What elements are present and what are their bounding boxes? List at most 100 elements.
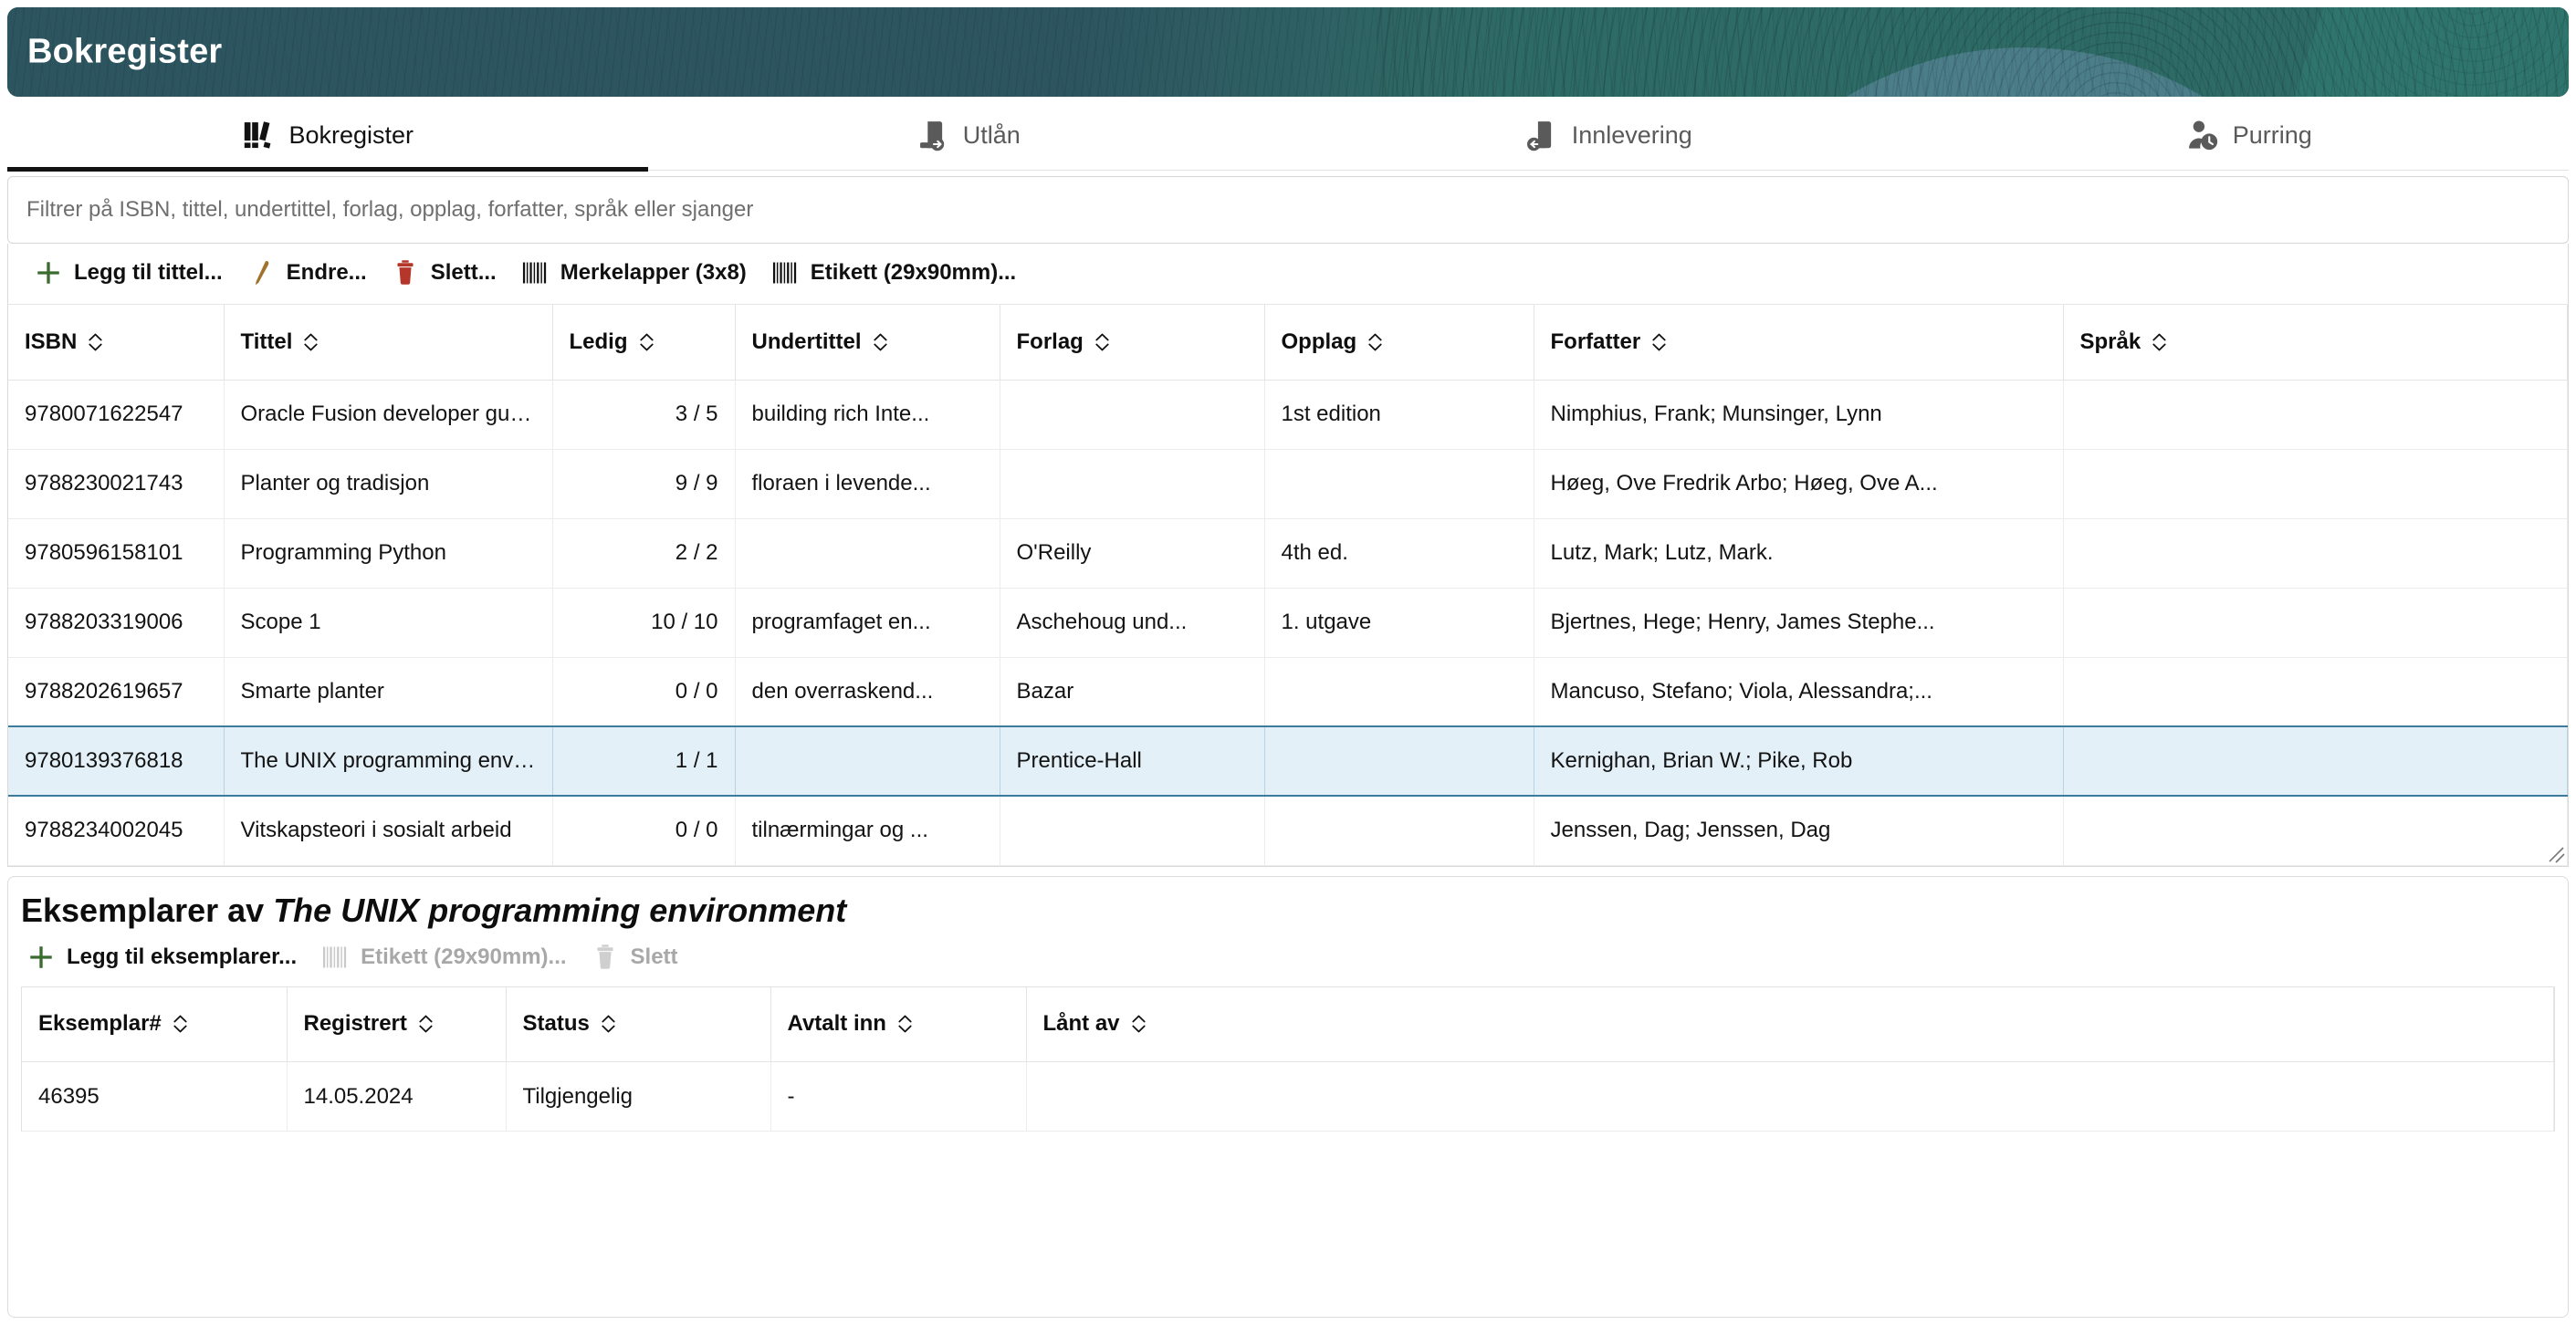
cell-sprak — [2063, 726, 2568, 796]
cell-ledig: 2 / 2 — [552, 518, 735, 588]
column-header-label: Opplag — [1282, 329, 1357, 355]
column-header-undertittel[interactable]: Undertittel — [735, 305, 1000, 380]
copies-column-header-label: Eksemplar# — [38, 1011, 162, 1037]
sort-toggle-icon[interactable] — [1367, 332, 1383, 352]
sort-toggle-icon[interactable] — [303, 332, 319, 352]
sort-toggle-icon[interactable] — [88, 332, 103, 352]
copies-cell-status: Tilgjengelig — [506, 1062, 770, 1132]
edit-button[interactable]: Endre... — [241, 253, 385, 293]
column-header-opplag[interactable]: Opplag — [1264, 305, 1534, 380]
cell-ledig: 10 / 10 — [552, 588, 735, 657]
add-copies-button[interactable]: Legg til eksemplarer... — [21, 937, 315, 977]
cell-ledig: 1 / 1 — [552, 726, 735, 796]
table-row[interactable]: 9780596158101Programming Python2 / 2O'Re… — [8, 518, 2568, 588]
tab-label: Utlån — [963, 123, 1021, 148]
label-29x90-copy-label: Etikett (29x90mm)... — [361, 944, 566, 970]
filter-input[interactable] — [26, 197, 2550, 223]
column-header-forfatter[interactable]: Forfatter — [1534, 305, 2063, 380]
copies-cell-lant_av — [1026, 1062, 2554, 1132]
table-row[interactable]: 9788202619657Smarte planter0 / 0den over… — [8, 657, 2568, 726]
copies-panel-title: Eksemplarer av The UNIX programming envi… — [8, 877, 2568, 930]
copies-column-header-avtalt_inn[interactable]: Avtalt inn — [770, 987, 1026, 1062]
copies-table-row[interactable]: 4639514.05.2024Tilgjengelig- — [22, 1062, 2554, 1132]
book-in-icon — [1524, 118, 1559, 152]
column-header-isbn[interactable]: ISBN — [8, 305, 224, 380]
table-row[interactable]: 9780139376818The UNIX programming enviro… — [8, 726, 2568, 796]
sort-toggle-icon[interactable] — [1651, 332, 1667, 352]
trash-icon — [591, 943, 620, 972]
tab-label: Purring — [2233, 123, 2312, 148]
tab-utlan[interactable]: Utlån — [648, 100, 1289, 170]
delete-button[interactable]: Slett... — [385, 253, 515, 293]
cell-undertittel: den overraskend... — [735, 657, 1000, 726]
sort-toggle-icon[interactable] — [173, 1014, 188, 1034]
column-header-label: Forlag — [1017, 329, 1084, 355]
cell-undertittel: tilnærmingar og ... — [735, 796, 1000, 865]
column-header-ledig[interactable]: Ledig — [552, 305, 735, 380]
label-29x90-label: Etikett (29x90mm)... — [811, 260, 1016, 286]
table-row[interactable]: 9788203319006Scope 110 / 10programfaget … — [8, 588, 2568, 657]
table-row[interactable]: 9780071622547Oracle Fusion developer gui… — [8, 380, 2568, 449]
cell-tittel: Scope 1 — [224, 588, 552, 657]
cell-sprak — [2063, 518, 2568, 588]
tab-purring[interactable]: Purring — [1929, 100, 2570, 170]
sort-toggle-icon[interactable] — [2152, 332, 2167, 352]
cell-isbn: 9788203319006 — [8, 588, 224, 657]
plus-icon — [34, 258, 63, 287]
sort-toggle-icon[interactable] — [897, 1014, 913, 1034]
cell-undertittel: building rich Inte... — [735, 380, 1000, 449]
person-clock-icon — [2185, 118, 2220, 152]
copies-column-header-lant_av[interactable]: Lånt av — [1026, 987, 2554, 1062]
sort-toggle-icon[interactable] — [1094, 332, 1110, 352]
tab-innlevering[interactable]: Innlevering — [1288, 100, 1929, 170]
main-tabbar: Bokregister Utlån Innlevering Purring — [7, 100, 2569, 170]
cell-isbn: 9780596158101 — [8, 518, 224, 588]
filter-panel — [7, 176, 2569, 244]
add-title-label: Legg til tittel... — [74, 260, 223, 286]
column-header-label: ISBN — [25, 329, 77, 355]
sort-toggle-icon[interactable] — [873, 332, 888, 352]
cell-isbn: 9780071622547 — [8, 380, 224, 449]
column-header-tittel[interactable]: Tittel — [224, 305, 552, 380]
cell-forlag: Bazar — [1000, 657, 1264, 726]
tab-bokregister[interactable]: Bokregister — [7, 100, 648, 170]
column-header-forlag[interactable]: Forlag — [1000, 305, 1264, 380]
sort-toggle-icon[interactable] — [1131, 1014, 1147, 1034]
app-header: Bokregister — [7, 7, 2569, 97]
column-header-label: Undertittel — [752, 329, 862, 355]
cell-ledig: 9 / 9 — [552, 449, 735, 518]
copies-table: Eksemplar# RegistrertStatusAvtalt innLånt… — [22, 987, 2554, 1132]
cell-forfatter: Jenssen, Dag; Jenssen, Dag — [1534, 796, 2063, 865]
labels-3x8-button[interactable]: Merkelapper (3x8) — [515, 253, 765, 293]
copies-column-header-registrert[interactable]: Registrert — [287, 987, 506, 1062]
copies-cell-eksemplar: 46395 — [22, 1062, 287, 1132]
copies-column-header-status[interactable]: Status — [506, 987, 770, 1062]
sort-toggle-icon[interactable] — [418, 1014, 434, 1034]
copies-table-container: Eksemplar# RegistrertStatusAvtalt innLånt… — [21, 986, 2555, 1132]
cell-tittel: The UNIX programming enviro... — [224, 726, 552, 796]
delete-copy-button: Slett — [585, 937, 696, 977]
edit-label: Endre... — [287, 260, 367, 286]
column-header-label: Tittel — [241, 329, 293, 355]
books-toolbar: Legg til tittel... Endre... Slett...Merkel… — [7, 244, 2569, 304]
cell-sprak — [2063, 796, 2568, 865]
copies-column-header-eksemplar[interactable]: Eksemplar# — [22, 987, 287, 1062]
sort-toggle-icon[interactable] — [639, 332, 654, 352]
add-title-button[interactable]: Legg til tittel... — [28, 253, 241, 293]
table-row[interactable]: 9788230021743Planter og tradisjon9 / 9fl… — [8, 449, 2568, 518]
label-29x90-button[interactable]: Etikett (29x90mm)... — [765, 253, 1034, 293]
books-table-body: 9780071622547Oracle Fusion developer gui… — [8, 380, 2568, 865]
plus-icon — [26, 943, 56, 972]
sort-toggle-icon[interactable] — [601, 1014, 616, 1034]
pencil-icon — [246, 258, 276, 287]
table-row[interactable]: 9788234002045Vitskapsteori i sosialt arb… — [8, 796, 2568, 865]
delete-copy-label: Slett — [631, 944, 678, 970]
label-29x90-copy-button: Etikett (29x90mm)... — [315, 937, 584, 977]
table-resize-grip[interactable] — [2545, 843, 2565, 863]
cell-sprak — [2063, 449, 2568, 518]
column-header-sprak[interactable]: Språk — [2063, 305, 2568, 380]
copies-table-body: 4639514.05.2024Tilgjengelig- — [22, 1062, 2554, 1132]
barcode-icon — [520, 258, 550, 287]
cell-forfatter: Nimphius, Frank; Munsinger, Lynn — [1534, 380, 2063, 449]
cell-undertittel — [735, 518, 1000, 588]
